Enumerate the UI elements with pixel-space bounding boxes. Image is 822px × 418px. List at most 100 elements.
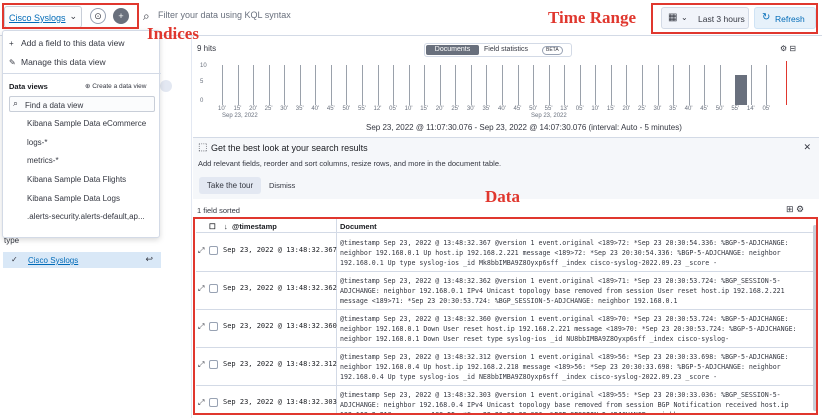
- add-field-menu-item[interactable]: + Add a field to this data view: [9, 38, 124, 48]
- time-range-annotation-label: Time Range: [548, 8, 636, 27]
- expand-row-icon[interactable]: ⤢: [198, 322, 204, 332]
- histogram-bar[interactable]: [750, 65, 752, 105]
- search-icon: ⌕: [13, 98, 19, 108]
- x-tick: 05': [762, 106, 771, 112]
- tab-documents[interactable]: Documents: [426, 45, 479, 55]
- histogram-bar[interactable]: [626, 65, 628, 105]
- data-view-item[interactable]: metrics-*: [27, 156, 59, 165]
- data-view-item-selected[interactable]: ✓ Cisco Syslogs ↩: [3, 252, 161, 268]
- table-row[interactable]: ⤢ Sep 23, 2022 @ 13:48:32.367 @timestamp S…: [196, 234, 814, 272]
- hits-count: 9 hits: [197, 44, 217, 53]
- histogram-bar[interactable]: [284, 65, 286, 105]
- histogram-bar[interactable]: [766, 65, 768, 105]
- expand-row-icon[interactable]: ⤢: [198, 246, 204, 256]
- search-icon: ⌕: [143, 9, 150, 23]
- callout-description: Add relevant fields, reorder and sort co…: [198, 159, 502, 168]
- add-field-label: Add a field to this data view: [21, 38, 125, 48]
- histogram-bar[interactable]: [657, 65, 659, 105]
- table-options-icon[interactable]: ⊞ ⚙: [786, 204, 804, 215]
- histogram-bar[interactable]: [330, 65, 332, 105]
- histogram-bar[interactable]: [486, 65, 488, 105]
- table-header: ☐ ↓ @timestamp Document: [196, 219, 814, 233]
- expand-row-icon[interactable]: ⤢: [198, 360, 204, 370]
- chevron-down-icon: ⌄: [69, 11, 77, 21]
- histogram-bar[interactable]: [704, 65, 706, 105]
- histogram-bar[interactable]: [595, 65, 597, 105]
- histogram-bar[interactable]: [455, 65, 457, 105]
- document-cell: @timestamp Sep 23, 2022 @ 13:48:32.362 @…: [340, 277, 785, 305]
- table-row[interactable]: ⤢ Sep 23, 2022 @ 13:48:32.312 @timestamp S…: [196, 348, 814, 386]
- refresh-button[interactable]: ↻ Refresh: [754, 7, 816, 29]
- data-view-item[interactable]: .alerts-security.alerts-default,ap...: [27, 212, 145, 221]
- histogram-bar[interactable]: [237, 65, 239, 105]
- histogram-bar[interactable]: [299, 65, 301, 105]
- histogram-bar[interactable]: [346, 65, 348, 105]
- sort-indicator[interactable]: 1 field sorted: [197, 206, 240, 215]
- dismiss-button[interactable]: Dismiss: [269, 181, 295, 190]
- histogram-bar[interactable]: [564, 65, 566, 105]
- histogram-bar[interactable]: [673, 65, 675, 105]
- chart-options-icon[interactable]: ⚙ ⊟: [780, 44, 796, 53]
- data-view-item[interactable]: Kibana Sample Data Logs: [27, 194, 120, 203]
- take-tour-button[interactable]: Take the tour: [199, 177, 261, 194]
- row-checkbox[interactable]: [209, 322, 218, 331]
- histogram-bar[interactable]: [408, 65, 410, 105]
- x-tick: 15': [420, 106, 429, 112]
- table-row[interactable]: ⤢ Sep 23, 2022 @ 13:48:32.360 @timestamp S…: [196, 310, 814, 348]
- histogram-bar[interactable]: [439, 65, 441, 105]
- histogram-bar[interactable]: [470, 65, 472, 105]
- x-tick: 20': [249, 106, 257, 112]
- histogram-bar[interactable]: [533, 65, 535, 105]
- data-view-picker[interactable]: Cisco Syslogs ⌄: [4, 6, 82, 28]
- histogram-bar[interactable]: [517, 65, 519, 105]
- histogram-bar[interactable]: [377, 65, 379, 105]
- data-views-title: Data views: [9, 82, 48, 91]
- sidebar-collapse-button[interactable]: [160, 80, 172, 92]
- table-row[interactable]: ⤢ Sep 23, 2022 @ 13:48:32.303 @timestamp S…: [196, 386, 814, 415]
- data-view-item[interactable]: Kibana Sample Data eCommerce: [27, 119, 146, 128]
- histogram-bar[interactable]: [548, 65, 550, 105]
- row-checkbox[interactable]: [209, 360, 218, 369]
- histogram-bar[interactable]: [735, 75, 748, 105]
- table-scrollbar[interactable]: [813, 225, 817, 411]
- x-tick: 35': [669, 106, 677, 112]
- y-tick: 5: [200, 79, 204, 85]
- histogram-bar[interactable]: [502, 65, 503, 105]
- data-view-item[interactable]: Kibana Sample Data Flights: [27, 175, 126, 184]
- close-icon[interactable]: ✕: [803, 142, 811, 153]
- callout-title: Get the best look at your search results: [211, 143, 368, 153]
- date-picker[interactable]: ▦ ⌄ Last 3 hours: [661, 7, 749, 29]
- histogram-bar[interactable]: [610, 65, 612, 105]
- expand-row-icon[interactable]: ⤢: [198, 284, 204, 294]
- query-input[interactable]: Filter your data using KQL syntax: [158, 10, 291, 20]
- data-view-item[interactable]: logs-*: [27, 138, 47, 147]
- expand-row-icon[interactable]: ⤢: [198, 398, 204, 408]
- histogram-bar[interactable]: [268, 65, 270, 105]
- add-filter-icon[interactable]: +: [113, 8, 129, 24]
- histogram-bar[interactable]: [719, 65, 721, 105]
- timestamp-cell: Sep 23, 2022 @ 13:48:32.303: [223, 398, 337, 406]
- search-placeholder: Find a data view: [25, 101, 84, 110]
- filter-options-icon[interactable]: ⊙: [90, 8, 106, 24]
- data-view-search-input[interactable]: ⌕ Find a data view: [9, 96, 155, 112]
- histogram-bar[interactable]: [424, 65, 426, 105]
- histogram-bar[interactable]: [222, 65, 223, 105]
- x-tick: 55': [731, 106, 740, 112]
- row-checkbox[interactable]: [209, 246, 218, 255]
- tab-field-statistics[interactable]: Field statistics: [484, 46, 528, 53]
- histogram-bar[interactable]: [362, 65, 363, 105]
- manage-data-view-menu-item[interactable]: ✎ Manage this data view: [9, 57, 106, 67]
- histogram-bar[interactable]: [393, 65, 395, 105]
- histogram-bar[interactable]: [688, 65, 690, 105]
- row-checkbox[interactable]: [209, 284, 218, 293]
- create-data-view-link[interactable]: ⊕ Create a data view: [85, 82, 146, 90]
- histogram-bar[interactable]: [315, 65, 317, 105]
- histogram-bar[interactable]: [253, 65, 255, 105]
- chevron-down-icon: ⌄: [681, 13, 688, 22]
- x-tick: 45': [326, 106, 335, 112]
- row-checkbox[interactable]: [209, 398, 218, 407]
- histogram-bar[interactable]: [579, 65, 581, 105]
- histogram-bar[interactable]: [642, 65, 643, 105]
- table-row[interactable]: ⤢ Sep 23, 2022 @ 13:48:32.362 @timestamp S…: [196, 272, 814, 310]
- x-tick: 10': [404, 106, 413, 112]
